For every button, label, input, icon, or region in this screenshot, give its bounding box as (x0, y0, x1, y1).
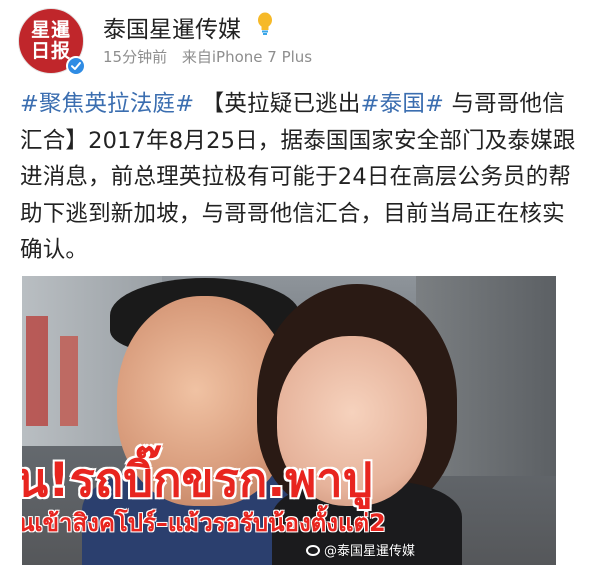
photo-background (26, 316, 48, 426)
post-text-segment: 【英拉疑已逃出 (194, 91, 361, 117)
weibo-icon (306, 545, 320, 556)
post-image[interactable]: น!รถบิ๊กขรก.พาปู นเข้าสิงคโปร์–แม้วรอรับ… (22, 276, 556, 565)
image-watermark: @泰国星暹传媒 (306, 540, 415, 559)
post-body: #聚焦英拉法庭# 【英拉疑已逃出#泰国# 与哥哥他信汇合】2017年8月25日，… (20, 86, 586, 269)
photo-background (60, 336, 78, 426)
username[interactable]: 泰国星暹传媒 (103, 10, 241, 44)
hashtag-link[interactable]: #泰国# (361, 91, 445, 117)
watermark-text: @泰国星暹传媒 (324, 544, 416, 559)
post-meta: 15分钟前 来自iPhone 7 Plus (103, 46, 322, 67)
image-caption-line2: นเข้าสิงคโปร์–แม้วรอรับน้องตั้งแต่2 (22, 509, 386, 537)
hashtag-link[interactable]: #聚焦英拉法庭# (20, 91, 194, 117)
verified-badge-icon (66, 56, 86, 76)
post-header: 星暹 日报 泰国星暹传媒 15分钟前 来自iPhone 7 Plus (0, 0, 600, 80)
lightbulb-icon (258, 12, 272, 35)
post-source[interactable]: 来自iPhone 7 Plus (182, 48, 312, 66)
post-time: 15分钟前 (103, 48, 168, 66)
